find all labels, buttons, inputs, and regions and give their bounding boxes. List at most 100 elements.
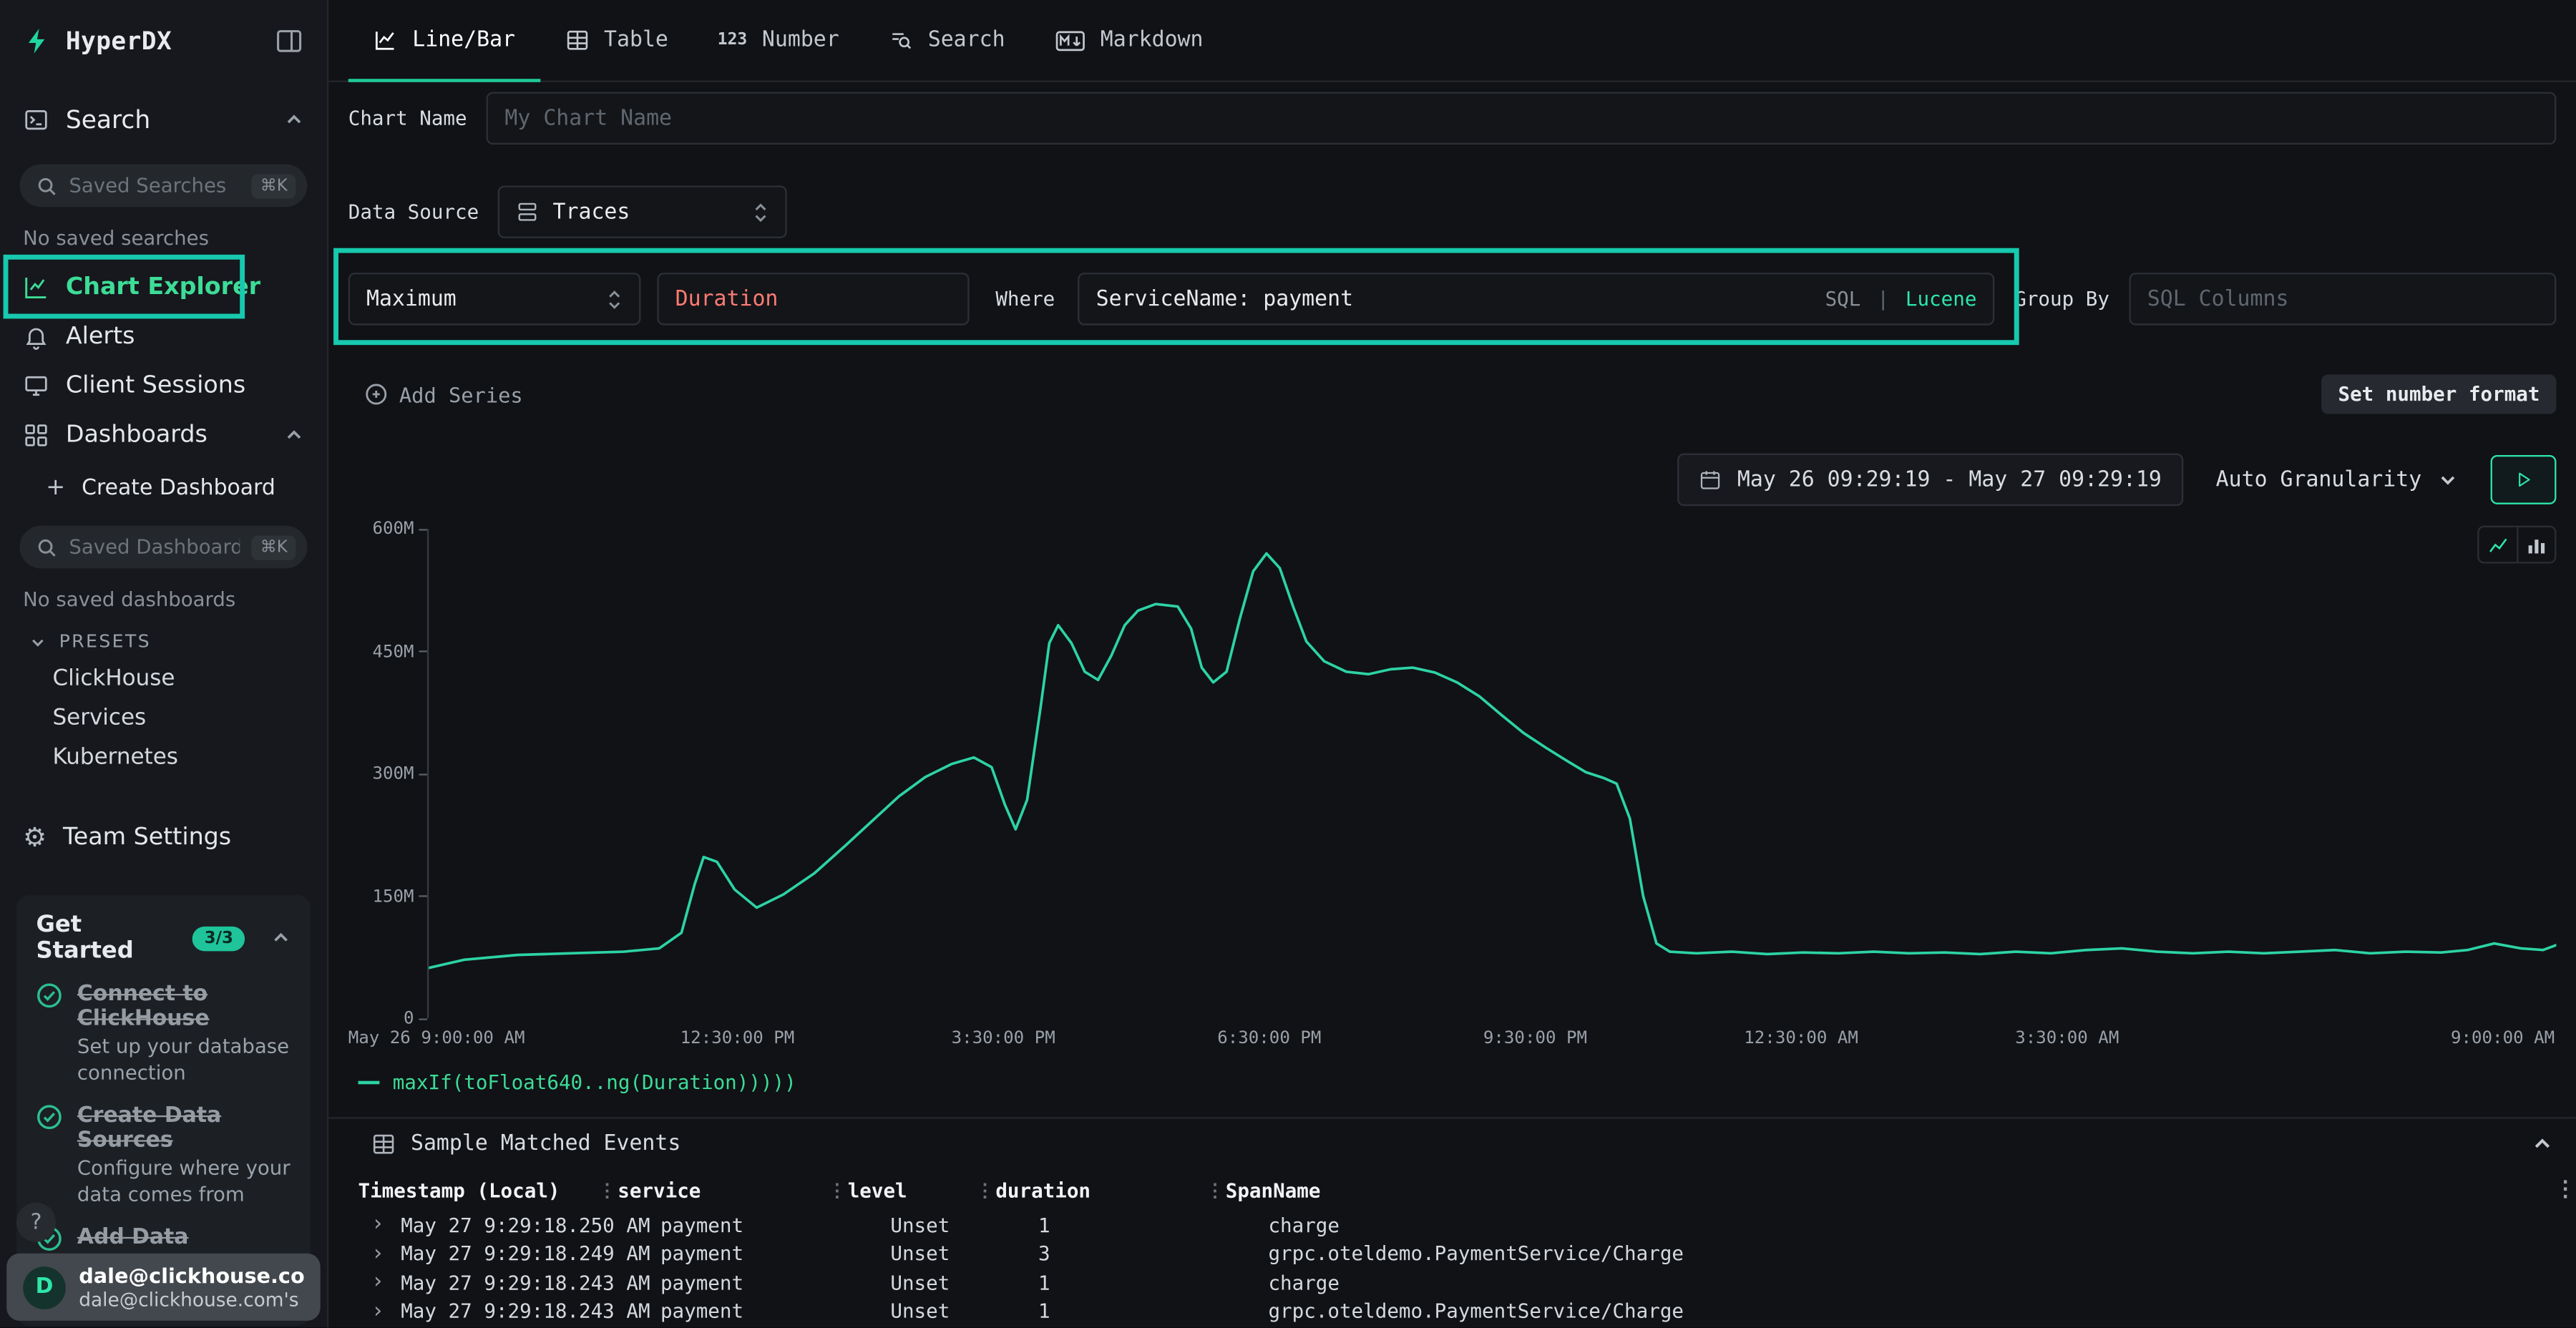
expand-row-icon: ›: [371, 1243, 401, 1264]
create-dashboard-button[interactable]: + Create Dashboard: [0, 460, 327, 516]
cell-spanname: charge: [1268, 1214, 2533, 1236]
y-tick-label: 600M: [372, 519, 414, 540]
sidebar-section-search[interactable]: Search: [0, 95, 327, 145]
set-number-format-button[interactable]: Set number format: [2322, 374, 2557, 414]
caret-sort-icon: [606, 287, 623, 311]
sidebar-item-team-settings[interactable]: ⚙ Team Settings: [0, 813, 327, 862]
tab-number[interactable]: 123 Number: [693, 0, 864, 80]
field-input-wrap: [657, 273, 969, 325]
chevron-up-icon[interactable]: [271, 928, 291, 948]
y-tick: 0: [404, 1009, 427, 1029]
event-row[interactable]: › May 27 9:29:18.249 AM payment Unset 3 …: [328, 1239, 2576, 1268]
sidebar-item-label: Chart Explorer: [66, 274, 260, 301]
get-started-step-connect[interactable]: Connect to ClickHouse Set up your databa…: [36, 982, 291, 1086]
collapse-sidebar-icon[interactable]: [274, 26, 303, 56]
field-input[interactable]: [675, 287, 952, 311]
tab-line-bar[interactable]: Line/Bar: [348, 0, 540, 80]
column-header-service[interactable]: ⋮service: [618, 1178, 847, 1201]
column-header-timestamp[interactable]: Timestamp (Local): [358, 1178, 618, 1201]
data-source-select[interactable]: Traces: [499, 185, 788, 238]
cell-timestamp: May 27 9:29:18.243 AM: [401, 1271, 660, 1294]
step-title: Create Data Sources: [77, 1104, 291, 1153]
expand-row-icon: ›: [371, 1301, 401, 1322]
app-header: HyperDX: [0, 0, 327, 79]
aggregation-select[interactable]: Maximum: [348, 273, 641, 325]
add-series-button[interactable]: Add Series: [365, 382, 523, 406]
sidebar-item-alerts[interactable]: Alerts: [0, 312, 327, 361]
tab-label: Table: [604, 28, 668, 52]
saved-searches-input[interactable]: Saved Searches ⌘K: [20, 165, 308, 208]
table-options-icon[interactable]: ⋮: [2550, 1178, 2576, 1202]
sidebar-item-label: Client Sessions: [66, 373, 245, 399]
collapse-panel-icon[interactable]: [2532, 1133, 2553, 1155]
chart-type-tabs: Line/Bar Table 123 Number Search: [328, 0, 2576, 82]
user-menu[interactable]: D dale@clickhouse.com dale@clickhouse.co…: [6, 1254, 321, 1322]
preset-item-services[interactable]: Services: [0, 698, 327, 738]
chevron-up-icon[interactable]: [284, 110, 304, 130]
sidebar-item-dashboards[interactable]: Dashboards: [0, 411, 327, 460]
tab-table[interactable]: Table: [540, 0, 693, 80]
avatar: D: [23, 1266, 66, 1309]
no-saved-dashboards-text: No saved dashboards: [0, 568, 327, 611]
date-range-picker[interactable]: May 26 09:29:19 - May 27 09:29:19: [1678, 454, 2182, 506]
get-started-step-datasources[interactable]: Create Data Sources Configure where your…: [36, 1104, 291, 1208]
cell-duration: 3: [1038, 1242, 1268, 1265]
search-section-icon: [23, 107, 49, 133]
column-header-spanname[interactable]: ⋮SpanName: [1226, 1178, 2550, 1201]
saved-dashboards-input[interactable]: Saved Dashboards ⌘K: [20, 526, 308, 569]
cell-timestamp: May 27 9:29:18.243 AM: [401, 1300, 660, 1323]
group-by-input[interactable]: [2147, 287, 2538, 311]
timeseries-chart[interactable]: [429, 529, 2556, 1018]
run-query-button[interactable]: [2491, 455, 2557, 504]
tab-search[interactable]: Search: [864, 0, 1030, 80]
preset-item-clickhouse[interactable]: ClickHouse: [0, 659, 327, 698]
x-tick-label: 6:30:00 PM: [1217, 1028, 1321, 1048]
cell-timestamp: May 27 9:29:18.250 AM: [401, 1214, 660, 1236]
y-tick: 450M: [372, 642, 426, 662]
events-table-header: Timestamp (Local) ⋮service ⋮level ⋮durat…: [328, 1168, 2576, 1211]
add-series-label: Add Series: [399, 382, 523, 406]
preset-item-kubernetes[interactable]: Kubernetes: [0, 738, 327, 777]
chevron-down-icon: [2438, 470, 2458, 490]
x-tick-label: 3:30:00 PM: [952, 1028, 1055, 1048]
check-circle-icon: [36, 982, 63, 1086]
cell-duration: 1: [1038, 1271, 1268, 1294]
markdown-icon: [1054, 29, 1085, 52]
y-tick-mark: [419, 650, 426, 652]
list-search-icon: [889, 28, 913, 52]
chart-name-input-wrap: [487, 92, 2556, 145]
cell-spanname: grpc.oteldemo.PaymentService/Charge: [1268, 1242, 2533, 1265]
chart-plot-area[interactable]: [427, 529, 2557, 1018]
get-started-header[interactable]: Get Started 3/3: [36, 912, 291, 964]
monitor-icon: [23, 373, 49, 399]
event-row[interactable]: › May 27 9:29:18.243 AM payment Unset 1 …: [328, 1268, 2576, 1297]
caret-sort-icon: [753, 200, 770, 224]
chart-explorer-icon: [23, 274, 49, 301]
lucene-mode-toggle[interactable]: Lucene: [1906, 288, 1977, 311]
events-panel-title: Sample Matched Events: [411, 1132, 680, 1156]
step-title: Connect to ClickHouse: [77, 982, 291, 1032]
column-header-duration[interactable]: ⋮duration: [995, 1178, 1225, 1201]
chevron-up-icon[interactable]: [284, 426, 304, 446]
sidebar-item-client-sessions[interactable]: Client Sessions: [0, 361, 327, 411]
chart-name-input[interactable]: [504, 106, 2538, 130]
sidebar-item-chart-explorer[interactable]: Chart Explorer: [0, 263, 327, 312]
chart-section: 600M450M300M150M0 May 26 9:00:00 AM12:30…: [328, 506, 2576, 1094]
aggregation-value: Maximum: [366, 287, 593, 311]
tab-markdown[interactable]: Markdown: [1030, 0, 1228, 80]
presets-toggle[interactable]: PRESETS: [0, 611, 327, 659]
mode-separator: |: [1877, 288, 1889, 311]
where-input[interactable]: [1096, 287, 1813, 311]
granularity-select[interactable]: Auto Granularity: [2209, 467, 2464, 492]
column-separator-icon: ⋮: [1206, 1179, 1224, 1201]
y-tick: 300M: [372, 764, 426, 784]
event-row[interactable]: › May 27 9:29:18.250 AM payment Unset 1 …: [328, 1211, 2576, 1239]
event-row[interactable]: › May 27 9:29:18.243 AM payment Unset 1 …: [328, 1297, 2576, 1326]
tab-label: Markdown: [1101, 28, 1204, 52]
cell-level: Unset: [890, 1271, 1038, 1294]
column-header-level[interactable]: ⋮level: [848, 1178, 996, 1201]
where-input-wrap: SQL | Lucene: [1078, 273, 1994, 325]
sql-mode-toggle[interactable]: SQL: [1825, 288, 1861, 311]
search-section-label: Search: [66, 105, 150, 135]
tab-label: Search: [928, 28, 1005, 52]
